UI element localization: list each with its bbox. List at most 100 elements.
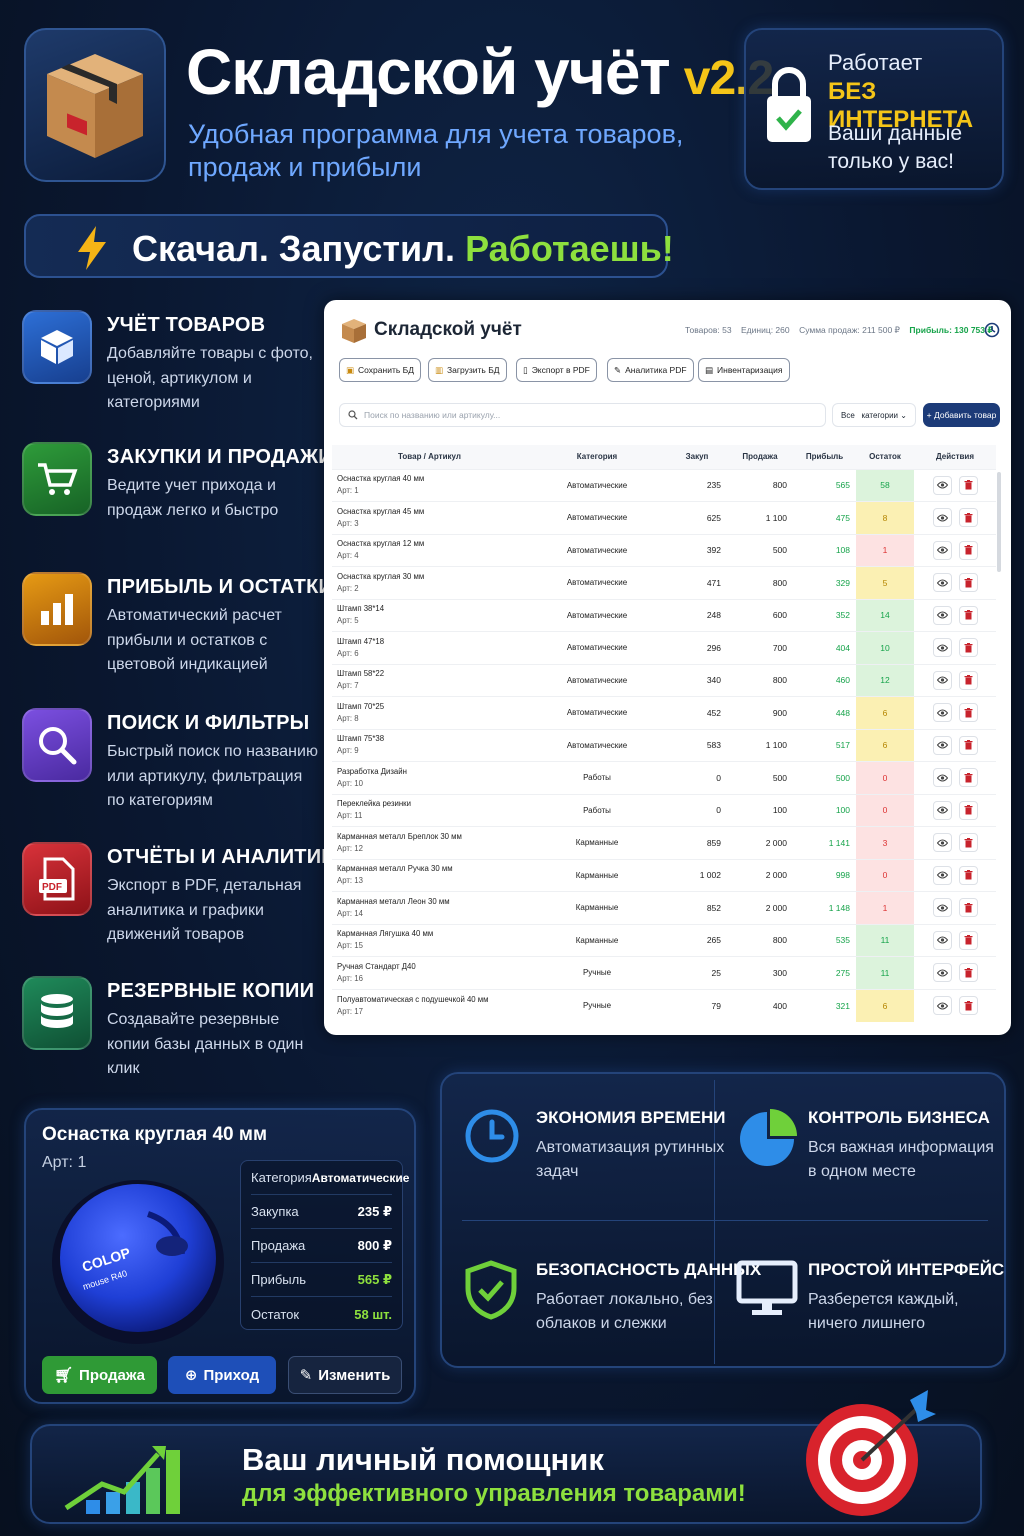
feature-profit: ПРИБЫЛЬ И ОСТАТКИ Автоматический расчет … [22,572,333,682]
pencil-icon: ✎ [299,1367,313,1384]
delete-button[interactable] [958,508,978,528]
delete-button[interactable] [958,833,978,853]
view-button[interactable] [932,833,952,853]
item-category: Автоматические [527,696,667,729]
table-row[interactable]: Штамп 75*38 Арт: 9 Автоматические 583 1 100 5… [332,728,996,762]
view-button[interactable] [932,963,952,983]
delete-button[interactable] [958,605,978,625]
view-button[interactable] [932,573,952,593]
footer-line1: Ваш личный помощник [242,1442,604,1477]
table-row[interactable]: Карманная металл Леон 30 мм Арт: 14 Карман… [332,891,996,924]
item-buy: 296 [667,631,727,664]
delete-button[interactable] [958,930,978,950]
table-body: Оснастка круглая 40 мм Арт: 1 Автоматическ… [332,468,996,1022]
delete-button[interactable] [958,898,978,918]
item-profit: 404 [793,631,856,664]
app-logo [24,28,166,182]
income-button[interactable]: ⊕ Приход [168,1356,276,1394]
trash-icon [964,902,972,913]
delete-button[interactable] [958,703,978,723]
table-row[interactable]: Оснастка круглая 30 мм Арт: 2 Автоматическ… [332,566,996,599]
search-input[interactable]: Поиск по названию или артикулу... [339,403,826,427]
table-row[interactable]: Оснастка круглая 12 мм Арт: 4 Автоматическ… [332,533,996,567]
column-header: Действия [914,445,996,469]
category-select[interactable]: Все категории ⌄ [832,403,916,427]
feature-title: ОТЧЁТЫ И АНАЛИТИКА [107,846,349,868]
sale-button[interactable]: 🛒︎ Продажа [42,1356,157,1394]
table-row[interactable]: Штамп 58*22 Арт: 7 Автоматические 340 800 460… [332,663,996,697]
table-row[interactable]: Разработка Дизайн Арт: 10 Работы 0 500 500 0 [332,761,996,794]
delete-button[interactable] [958,865,978,885]
export-pdf-button[interactable]: ▯ Экспорт в PDF [516,358,597,382]
table-row[interactable]: Карманная металл Бреплок 30 мм Арт: 12 Кар… [332,826,996,859]
items-table: Товар / Артикул Категория Закуп Продажа Приб… [332,445,996,1022]
table-row[interactable]: Штамп 70*25 Арт: 8 Автоматические 452 900 448… [332,696,996,729]
delete-button[interactable] [958,638,978,658]
inventory-button[interactable]: ▤ Инвентаризация [698,358,790,382]
add-item-button[interactable]: + Добавить товар [923,403,1000,427]
view-button[interactable] [932,768,952,788]
item-buy: 625 [667,501,727,534]
delete-button[interactable] [958,670,978,690]
stat-units: Единиц: 260 [741,325,790,335]
delete-button[interactable] [958,963,978,983]
view-button[interactable] [932,735,952,755]
item-actions [914,631,996,664]
view-button[interactable] [932,800,952,820]
analytics-pdf-button[interactable]: ✎ Аналитика PDF [607,358,694,382]
load-db-button[interactable]: ▥ Загрузить БД [428,358,507,382]
item-name: Разработка Дизайн [337,766,407,776]
delete-button[interactable] [958,996,978,1015]
item-buy: 25 [667,956,727,989]
eye-icon [936,969,948,977]
delete-button[interactable] [958,768,978,788]
item-name-cell: Разработка Дизайн Арт: 10 [332,761,527,794]
table-row[interactable]: Карманная металл Ручка 30 мм Арт: 13 Карма… [332,858,996,892]
history-icon[interactable] [984,322,1000,338]
edit-button[interactable]: ✎ Изменить [288,1356,402,1394]
benefit-desc: Разберется каждый, ничего лишнего [808,1291,959,1332]
item-name-cell: Оснастка круглая 45 мм Арт: 3 [332,501,527,534]
delete-button[interactable] [958,573,978,593]
delete-button[interactable] [958,800,978,820]
delete-button[interactable] [958,540,978,560]
item-profit: 108 [793,533,856,567]
view-button[interactable] [932,703,952,723]
feature-sales: ЗАКУПКИ И ПРОДАЖИ Ведите учет прихода и … [22,442,333,552]
view-button[interactable] [932,508,952,528]
view-button[interactable] [932,638,952,658]
item-stock: 11 [856,956,914,989]
table-row[interactable]: Штамп 47*18 Арт: 6 Автоматические 296 700 404… [332,631,996,664]
table-row[interactable]: Оснастка круглая 40 мм Арт: 1 Автоматическ… [332,468,996,502]
delete-button[interactable] [958,475,978,495]
item-sell: 900 [727,696,793,729]
view-button[interactable] [932,475,952,495]
view-button[interactable] [932,670,952,690]
item-actions [914,501,996,534]
item-name-cell: Штамп 47*18 Арт: 6 [332,631,527,664]
table-row[interactable]: Оснастка круглая 45 мм Арт: 3 Автоматическ… [332,501,996,534]
edit-icon: ✎ [614,364,622,375]
view-button[interactable] [932,540,952,560]
table-row[interactable]: Штамп 38*14 Арт: 5 Автоматические 248 600 352… [332,598,996,632]
table-row[interactable]: Карманная Лягушка 40 мм Арт: 15 Карманные 2… [332,923,996,957]
page-title: Складской учёт v2.2 [186,36,774,108]
view-button[interactable] [932,930,952,950]
view-button[interactable] [932,865,952,885]
view-button[interactable] [932,996,952,1015]
view-button[interactable] [932,605,952,625]
delete-button[interactable] [958,735,978,755]
view-button[interactable] [932,898,952,918]
table-row[interactable]: Переклейка резинки Арт: 11 Работы 0 100 100 0 [332,793,996,827]
feature-desc: Быстрый поиск по названию или артикулу, … [107,743,318,809]
benefits-panel: ЭКОНОМИЯ ВРЕМЕНИ Автоматизация рутинных … [440,1072,1006,1368]
table-row[interactable]: Полуавтоматическая с подушечкой 40 мм Арт… [332,988,996,1022]
trash-icon [964,772,972,783]
table-row[interactable]: Ручная Стандарт Д40 Арт: 16 Ручные 25 300 275… [332,956,996,989]
item-stock: 6 [856,728,914,762]
save-db-button[interactable]: ▣ Сохранить БД [339,358,421,382]
item-name-cell: Штамп 75*38 Арт: 9 [332,728,527,762]
column-header: Товар / Артикул [332,445,527,469]
trash-icon [964,805,972,815]
scrollbar[interactable] [997,472,1001,572]
